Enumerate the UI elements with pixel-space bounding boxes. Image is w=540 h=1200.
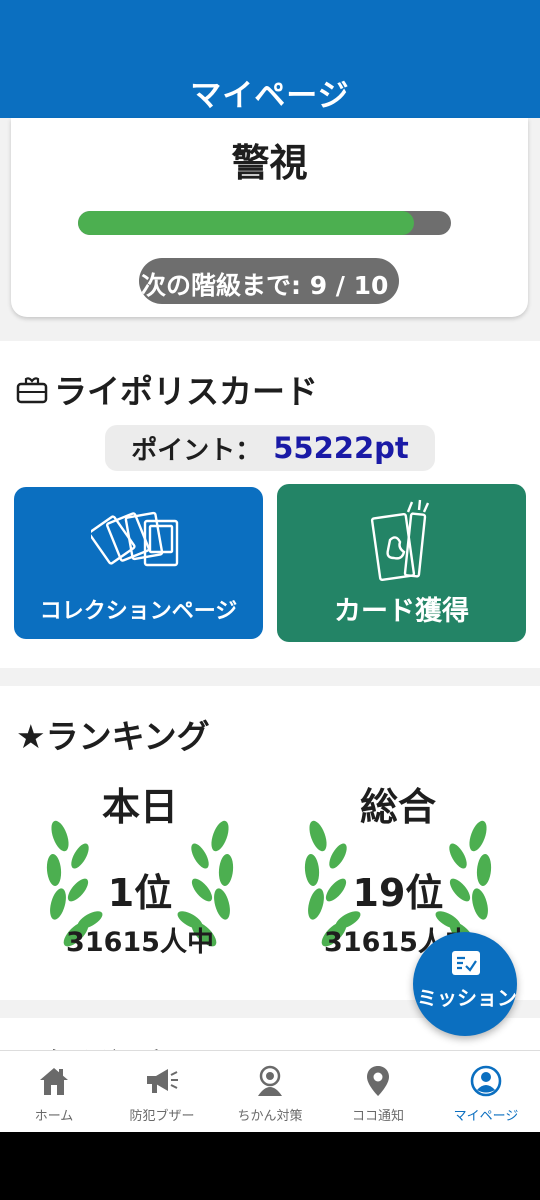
card-section: ライポリスカード ポイント： 55222pt コレクションページ カード獲得	[0, 341, 540, 668]
card-section-title: ライポリスカード	[54, 372, 318, 411]
mission-label: ミッション	[417, 986, 517, 1010]
ranking-today-place: 1位	[107, 871, 173, 915]
nav-anti-molestation-label: ちかん対策	[237, 1109, 303, 1124]
location-pin-icon	[367, 1066, 389, 1096]
app-header: マイページ	[0, 0, 540, 118]
nav-mypage-label: マイページ	[453, 1109, 519, 1124]
nav-home-label: ホーム	[34, 1109, 74, 1124]
nav-location-notify[interactable]: ココ通知	[324, 1051, 432, 1132]
ranking-today-count: 31615人中	[66, 927, 214, 958]
get-card-button[interactable]: カード獲得	[277, 484, 526, 642]
rank-title: 警視	[231, 141, 308, 185]
card-pack-icon	[370, 499, 429, 582]
ranking-today: 本日 1位 31615人中	[40, 776, 240, 976]
mission-button[interactable]: ミッション	[413, 932, 517, 1036]
checklist-icon	[452, 951, 480, 975]
home-icon	[40, 1068, 68, 1095]
account-circle-icon	[470, 1065, 502, 1097]
nav-buzzer-label: 防犯ブザー	[129, 1109, 195, 1124]
points-label: ポイント：	[131, 435, 262, 466]
shield-person-icon	[258, 1065, 282, 1096]
next-rank-text: 次の階級まで: 9 / 10	[141, 271, 389, 300]
next-rank-badge: 次の階級まで: 9 / 10	[139, 258, 399, 304]
rank-progress-fill	[78, 211, 414, 235]
ranking-total-place: 19位	[352, 871, 444, 915]
nav-mypage[interactable]: マイページ	[432, 1051, 540, 1132]
ticket-icon	[16, 374, 50, 404]
nav-home[interactable]: ホーム	[0, 1051, 108, 1132]
page-title: マイページ	[190, 78, 350, 114]
megaphone-icon	[147, 1069, 178, 1093]
rank-card: 警視 次の階級まで: 9 / 10	[11, 118, 528, 317]
collection-page-button[interactable]: コレクションページ	[14, 487, 263, 639]
system-navigation-bar	[0, 1132, 540, 1200]
rank-progress-bar	[78, 211, 451, 235]
bottom-navigation: ホーム 防犯ブザー ちかん対策 ココ通知 マイページ	[0, 1050, 540, 1132]
ranking-section-title: ★ランキング	[16, 717, 210, 756]
points-value: 55222pt	[273, 431, 409, 465]
points-badge: ポイント： 55222pt	[105, 425, 435, 471]
card-section-heading: ライポリスカード	[16, 365, 318, 413]
nav-buzzer[interactable]: 防犯ブザー	[108, 1051, 216, 1132]
nav-anti-molestation[interactable]: ちかん対策	[216, 1051, 324, 1132]
collection-page-label: コレクションページ	[39, 599, 238, 624]
cards-collection-icon	[90, 511, 178, 567]
nav-location-notify-label: ココ通知	[351, 1109, 404, 1124]
get-card-label: カード獲得	[334, 596, 469, 627]
